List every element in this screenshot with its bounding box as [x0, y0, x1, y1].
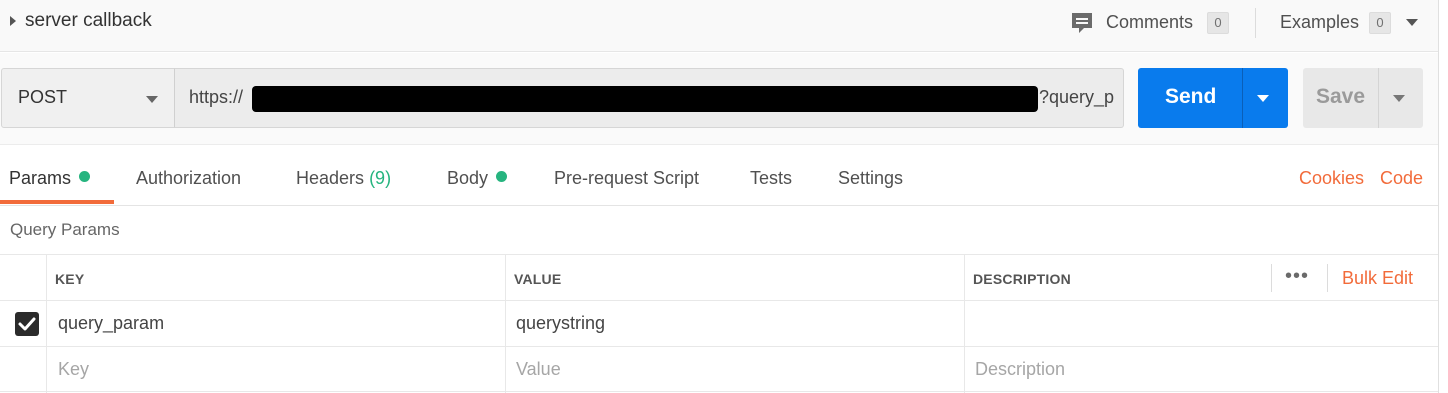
url-input[interactable]: https:// ?query_p [174, 68, 1124, 128]
request-tabs: Params Authorization Headers (9) Body Pr… [0, 146, 1438, 206]
new-value-input[interactable]: Value [516, 359, 561, 380]
code-link[interactable]: Code [1380, 168, 1423, 189]
table-row: query_param querystring [0, 300, 1438, 346]
chevron-down-icon[interactable] [1406, 19, 1418, 26]
method-select[interactable]: POST [1, 68, 175, 128]
new-description-input[interactable]: Description [975, 359, 1065, 380]
row-enabled-checkbox[interactable] [15, 312, 39, 336]
param-description-field[interactable] [975, 313, 1425, 337]
status-dot-icon [79, 171, 91, 182]
tab-label: Pre-request Script [554, 168, 700, 188]
send-options-chevron-icon[interactable] [1257, 95, 1269, 102]
checkmark-icon [18, 317, 36, 331]
redacted-url-segment [252, 86, 1038, 112]
save-options-chevron-icon[interactable] [1393, 95, 1405, 102]
send-button[interactable]: Send [1138, 68, 1288, 128]
tab-headers[interactable]: Headers (9) [296, 168, 391, 189]
tab-label: Params [9, 168, 72, 188]
cookies-link[interactable]: Cookies [1299, 168, 1364, 189]
table-header-row: KEY VALUE DESCRIPTION ••• Bulk Edit [0, 254, 1438, 300]
send-label: Send [1165, 85, 1217, 108]
tab-authorization[interactable]: Authorization [136, 168, 241, 189]
comment-icon[interactable] [1070, 11, 1094, 35]
divider [1327, 264, 1328, 292]
tab-label: Headers [296, 168, 365, 188]
bulk-edit-link[interactable]: Bulk Edit [1342, 268, 1413, 289]
method-value: POST [18, 87, 68, 107]
tab-label: Settings [838, 168, 904, 188]
examples-count-badge: 0 [1369, 12, 1391, 34]
divider [1271, 264, 1272, 292]
tab-tests[interactable]: Tests [750, 168, 792, 189]
tab-params[interactable]: Params [9, 168, 91, 189]
table-row-empty: Key Value Description [0, 346, 1438, 392]
examples-button[interactable]: Examples [1280, 12, 1359, 33]
column-header-description: DESCRIPTION [973, 271, 1071, 287]
url-bar: POST https:// ?query_p Send Save [0, 53, 1438, 145]
more-options-icon[interactable]: ••• [1285, 265, 1309, 288]
active-tab-indicator [0, 200, 114, 204]
column-header-key: KEY [55, 271, 85, 287]
save-button[interactable]: Save [1303, 68, 1423, 128]
tab-label: Body [447, 168, 489, 188]
query-params-title: Query Params [10, 220, 120, 239]
new-key-input[interactable]: Key [58, 359, 89, 380]
tab-body[interactable]: Body [447, 168, 508, 189]
headers-count: (9) [369, 168, 392, 188]
scrollbar-gutter [1438, 0, 1448, 393]
save-label: Save [1316, 85, 1366, 108]
url-text-suffix: ?query_p [1039, 87, 1115, 107]
param-key-field[interactable]: query_param [58, 313, 164, 334]
param-value-field[interactable]: querystring [516, 313, 605, 334]
request-header-bar: server callback Comments 0 Examples 0 [0, 0, 1438, 52]
request-name[interactable]: server callback [25, 10, 152, 32]
comments-button[interactable]: Comments [1106, 12, 1193, 33]
url-text-prefix: https:// [189, 87, 244, 107]
chevron-down-icon [146, 96, 158, 103]
tab-label: Tests [750, 168, 793, 188]
query-params-table: KEY VALUE DESCRIPTION ••• Bulk Edit quer… [0, 254, 1438, 393]
tab-settings[interactable]: Settings [838, 168, 903, 189]
column-header-value: VALUE [514, 271, 562, 287]
comments-count-badge: 0 [1207, 12, 1229, 34]
tab-label: Authorization [136, 168, 242, 188]
divider [1378, 68, 1379, 128]
status-dot-icon [496, 171, 508, 182]
divider [1255, 8, 1256, 38]
divider [1242, 68, 1243, 128]
expand-caret-icon[interactable] [10, 16, 16, 26]
tab-pre-request-script[interactable]: Pre-request Script [554, 168, 699, 189]
